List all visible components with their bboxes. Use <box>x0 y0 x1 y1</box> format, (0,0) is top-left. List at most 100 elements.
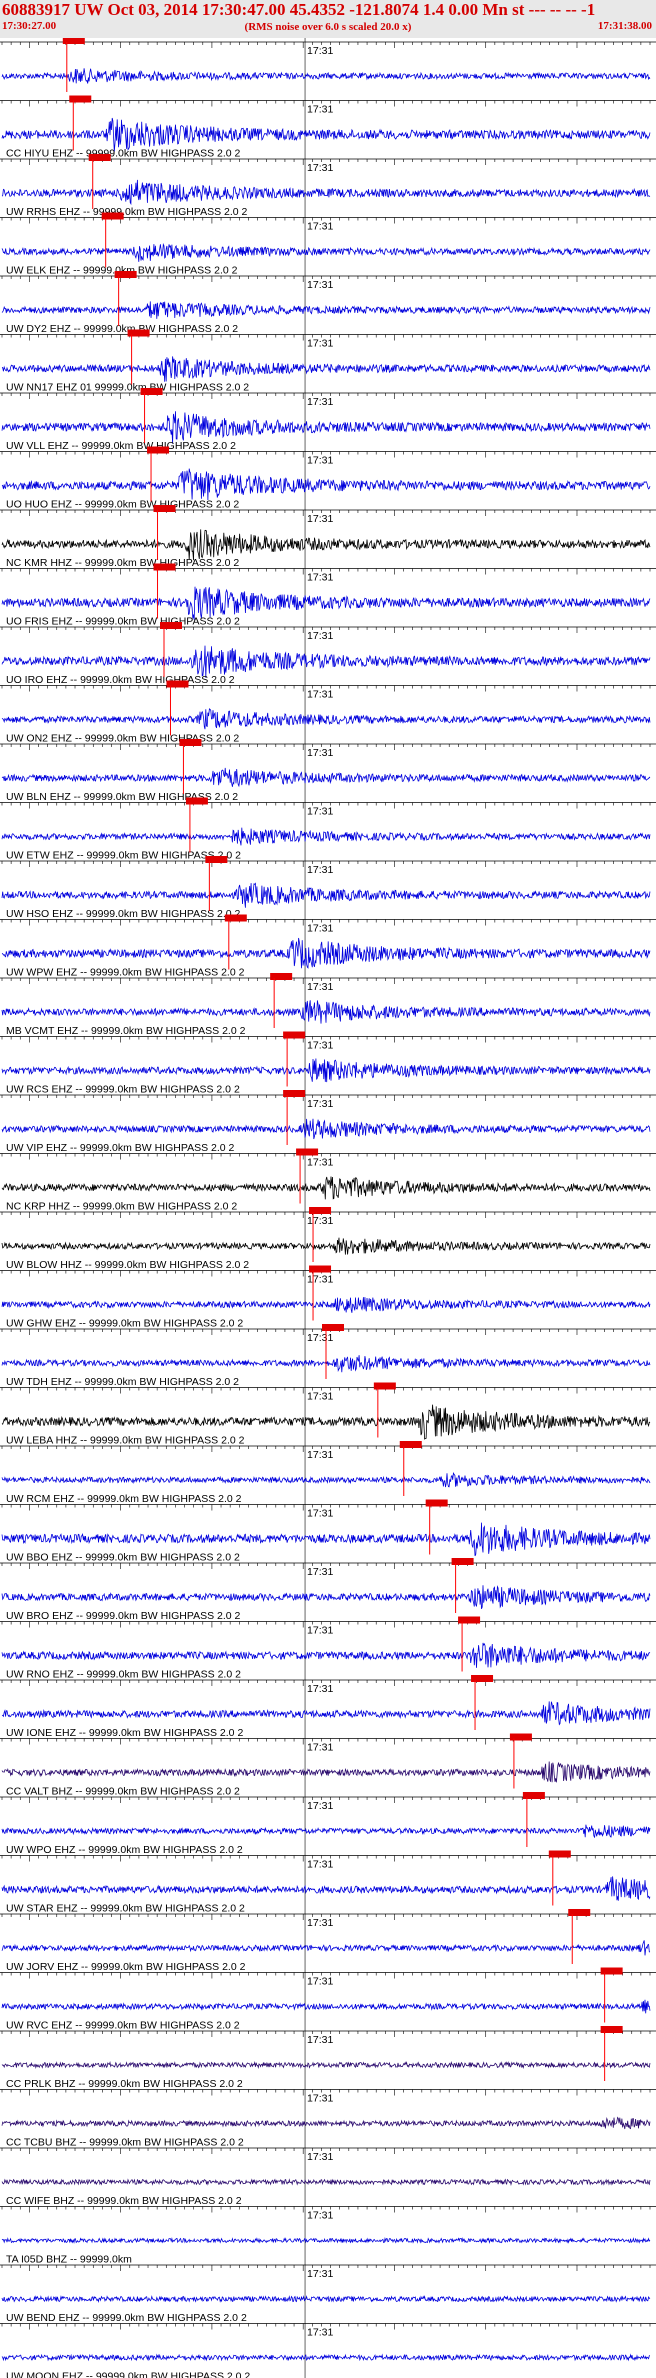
seismogram-svg: 17:31 17:31 CC HIYU EHZ -- 99999.0km BW HI… <box>0 38 656 2378</box>
pick-box <box>140 388 163 395</box>
pick-box <box>101 212 124 220</box>
minute-label: 17:31 <box>307 923 333 935</box>
pick-box <box>147 446 170 454</box>
minute-label: 17:31 <box>307 1391 333 1403</box>
minute-label: 17:31 <box>307 1859 333 1871</box>
station-label: UW JORV EHZ -- 99999.0km BW HIGHPASS 2.0… <box>6 1961 246 1973</box>
pick-box <box>185 797 208 805</box>
station-label: UW GHW EHZ -- 99999.0km BW HIGHPASS 2.0 … <box>6 1318 243 1330</box>
minute-label: 17:31 <box>307 806 333 818</box>
minute-label: 17:31 <box>307 1508 333 1520</box>
pick-box <box>309 1265 332 1273</box>
station-label: UO HUO EHZ -- 99999.0km BW HIGHPASS 2.0 … <box>6 499 239 511</box>
station-label: UW BLOW HHZ -- 99999.0km BW HIGHPASS 2.0… <box>6 1259 249 1271</box>
waveform-trace <box>1 1297 651 1313</box>
scale-note: (RMS noise over 6.0 s scaled 20.0 x) <box>244 21 412 33</box>
station-label: CC VALT BHZ -- 99999.0km BW HIGHPASS 2.0… <box>6 1786 240 1798</box>
minute-label: 17:31 <box>307 221 333 233</box>
pick-box <box>458 1616 481 1624</box>
minute-label: 17:31 <box>307 2093 333 2105</box>
minute-label: 17:31 <box>307 279 333 291</box>
pick-box <box>600 2026 623 2033</box>
station-label: UW VIP EHZ -- 99999.0km BW HIGHPASS 2.0 … <box>6 1142 235 1154</box>
minute-label: 17:31 <box>307 338 333 350</box>
waveform-trace <box>1 301 651 319</box>
station-label: NC KMR HHZ -- 99999.0km BW HIGHPASS 2.0 … <box>6 557 239 569</box>
minute-label: 17:31 <box>307 513 333 525</box>
minute-label: 17:31 <box>307 1098 333 1110</box>
pick-box <box>127 329 150 337</box>
waveform-trace <box>1 645 651 678</box>
waveform-trace <box>1 242 651 262</box>
station-label: TA I05D BHZ -- 99999.0km <box>6 2254 132 2266</box>
waveform-trace <box>1 529 651 561</box>
pick-box <box>114 271 137 278</box>
waveform-trace <box>1 356 651 382</box>
minute-label: 17:31 <box>307 981 333 993</box>
station-label: UW WPW EHZ -- 99999.0km BW HIGHPASS 2.0 … <box>6 967 245 979</box>
pick-box <box>425 1499 448 1507</box>
pick-box <box>224 914 247 922</box>
pick-box <box>548 1850 571 1858</box>
minute-label: 17:31 <box>307 864 333 876</box>
station-label: UW MOON EHZ -- 99999.0km BW HIGHPASS 2.0… <box>6 2371 250 2378</box>
station-label: UW RRHS EHZ -- 99999.0km BW HIGHPASS 2.0… <box>6 206 248 218</box>
waveform-trace <box>1 1761 651 1783</box>
station-label: UW WPO EHZ -- 99999.0km BW HIGHPASS 2.0 … <box>6 1844 243 1856</box>
pick-box <box>62 38 85 44</box>
station-label: CC HIYU EHZ -- 99999.0km BW HIGHPASS 2.0… <box>6 148 241 160</box>
station-label: UW NN17 EHZ 01 99999.0km BW HIGHPASS 2.0… <box>6 382 249 394</box>
minute-label: 17:31 <box>307 104 333 116</box>
minute-label: 17:31 <box>307 747 333 759</box>
minute-label: 17:31 <box>307 455 333 467</box>
pick-box <box>205 856 228 863</box>
pick-box <box>166 680 189 688</box>
waveform-trace <box>1 2353 651 2362</box>
waveform-trace <box>1 1237 651 1255</box>
minute-label: 17:31 <box>307 45 333 57</box>
waveform-trace <box>1 1940 651 1956</box>
minute-label: 17:31 <box>307 1976 333 1988</box>
pick-box <box>69 95 92 103</box>
minute-label: 17:31 <box>307 1449 333 1461</box>
waveform-trace <box>1 767 651 788</box>
waveform-trace <box>1 827 651 846</box>
waveform-trace <box>1 1701 651 1726</box>
waveform-trace <box>1 2237 651 2244</box>
waveform-trace <box>1 68 651 84</box>
minute-label: 17:31 <box>307 1215 333 1227</box>
station-label: UW STAR EHZ -- 99999.0km BW HIGHPASS 2.0… <box>6 1903 245 1915</box>
minute-label: 17:31 <box>307 2327 333 2339</box>
station-label: UW DY2 EHZ -- 99999.0km BW HIGHPASS 2.0 … <box>6 323 238 335</box>
waveform-trace <box>1 2178 651 2186</box>
station-label: UW HSO EHZ -- 99999.0km BW HIGHPASS 2.0 … <box>6 908 241 920</box>
station-label: NC KRP HHZ -- 99999.0km BW HIGHPASS 2.0 … <box>6 1201 237 1213</box>
station-label: CC TCBU BHZ -- 99999.0km BW HIGHPASS 2.0… <box>6 2137 244 2149</box>
pick-box <box>451 1558 474 1565</box>
minute-label: 17:31 <box>307 1917 333 1929</box>
minute-label: 17:31 <box>307 1683 333 1695</box>
waveform-trace <box>1 1824 651 1838</box>
station-label: UW RCS EHZ -- 99999.0km BW HIGHPASS 2.0 … <box>6 1084 240 1096</box>
waveform-trace <box>1 179 651 206</box>
waveform-trace <box>1 468 651 501</box>
waveform-trace <box>1 882 651 908</box>
waveform-trace <box>1 2060 651 2070</box>
pick-box <box>522 1792 545 1799</box>
pick-box <box>600 1967 623 1975</box>
station-label: CC PRLK BHZ -- 99999.0km BW HIGHPASS 2.0… <box>6 2078 243 2090</box>
station-label: UW RNO EHZ -- 99999.0km BW HIGHPASS 2.0 … <box>6 1669 241 1681</box>
waveform-trace <box>1 1585 651 1609</box>
station-label: MB VCMT EHZ -- 99999.0km BW HIGHPASS 2.0… <box>6 1025 246 1037</box>
pick-box <box>270 973 293 980</box>
minute-label: 17:31 <box>307 689 333 701</box>
station-label: CC WIFE BHZ -- 99999.0km BW HIGHPASS 2.0… <box>6 2195 242 2207</box>
minute-label: 17:31 <box>307 1800 333 1812</box>
station-label: UW LEBA HHZ -- 99999.0km BW HIGHPASS 2.0… <box>6 1435 245 1447</box>
minute-label: 17:31 <box>307 572 333 584</box>
waveform-trace <box>1 1118 651 1140</box>
minute-label: 17:31 <box>307 630 333 642</box>
minute-label: 17:31 <box>307 1040 333 1052</box>
pick-box <box>153 505 176 512</box>
minute-label: 17:31 <box>307 1742 333 1754</box>
